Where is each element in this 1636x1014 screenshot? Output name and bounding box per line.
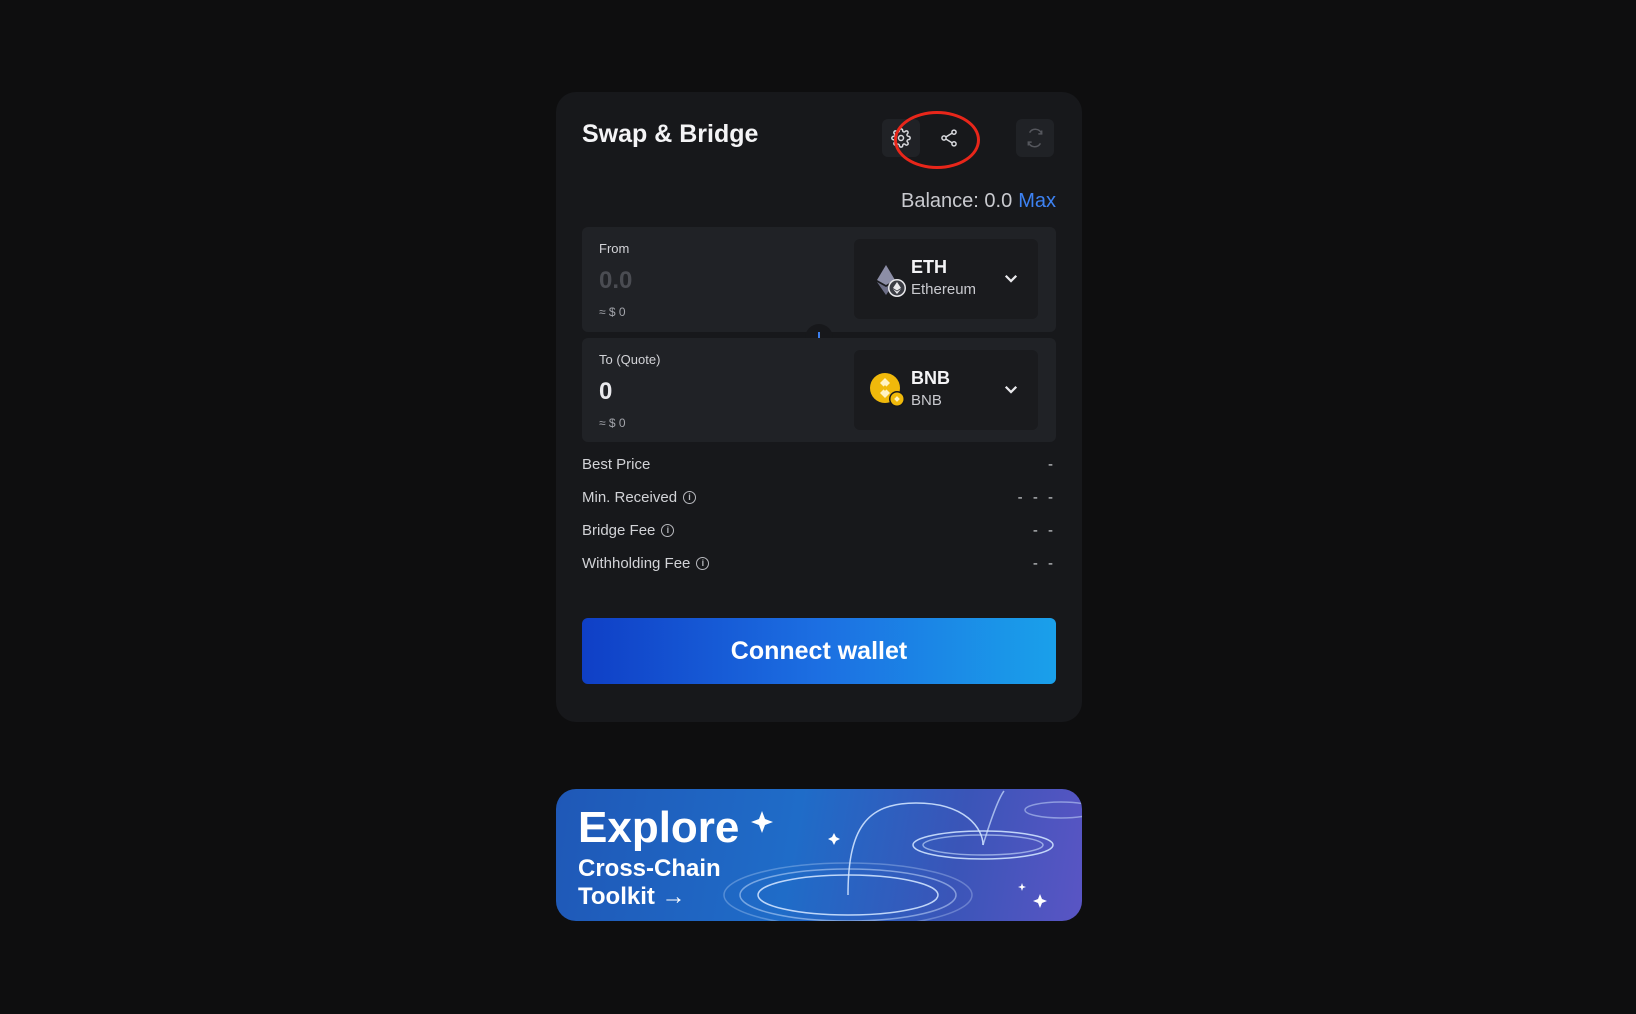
to-token-selector[interactable]: BNB BNB — [854, 350, 1038, 430]
min-received-row: Min. Received i - - - — [582, 489, 1056, 511]
chevron-down-icon — [1004, 385, 1018, 394]
balance-text: Balance: 0.0 — [901, 190, 1013, 212]
withholding-fee-row: Withholding Fee i - - — [582, 555, 1056, 577]
ethereum-icon — [877, 265, 906, 297]
min-received-label: Min. Received — [582, 489, 678, 506]
from-token-selector[interactable]: ETH Ethereum — [854, 239, 1038, 319]
refresh-icon — [1027, 128, 1043, 148]
settings-button[interactable] — [882, 119, 920, 157]
info-icon[interactable]: i — [683, 491, 697, 504]
gear-icon — [891, 128, 911, 148]
bnb-icon — [870, 373, 905, 407]
bridge-fee-label: Bridge Fee — [582, 522, 656, 539]
share-icon — [941, 129, 957, 147]
share-button[interactable] — [930, 119, 968, 157]
page-title: Swap & Bridge — [582, 120, 759, 148]
min-received-value: - - - — [1017, 489, 1056, 506]
chevron-down-icon — [1004, 274, 1018, 283]
to-token-network: BNB — [911, 392, 942, 409]
best-price-value: - — [1048, 456, 1056, 473]
to-panel: To (Quote) 0 ≈ $ 0 BNB BNB — [582, 338, 1056, 442]
banner-subtitle-2: Toolkit → — [578, 883, 686, 910]
banner-title: Explore — [578, 803, 740, 852]
banner-subtitle-1: Cross-Chain — [578, 855, 721, 882]
withholding-fee-value: - - — [1032, 555, 1056, 572]
connect-wallet-button[interactable]: Connect wallet — [582, 618, 1056, 684]
swap-bridge-card: Swap & Bridge Balance: 0.0 Max From 0.0 ≈… — [556, 92, 1082, 722]
from-token-network: Ethereum — [911, 281, 977, 298]
best-price-row: Best Price - — [582, 456, 1056, 478]
to-label: To (Quote) — [599, 352, 661, 367]
from-usd-value: ≈ $ 0 — [599, 305, 626, 319]
withholding-fee-label: Withholding Fee — [582, 555, 691, 572]
max-button[interactable]: Max — [1018, 190, 1056, 212]
best-price-label: Best Price — [582, 456, 651, 473]
to-usd-value: ≈ $ 0 — [599, 416, 626, 430]
refresh-button[interactable] — [1016, 119, 1054, 157]
cross-chain-toolkit-banner[interactable]: Explore Cross-Chain Toolkit → — [556, 789, 1082, 921]
from-amount-input[interactable]: 0.0 — [599, 267, 632, 295]
to-token-symbol: BNB — [911, 368, 950, 388]
from-panel: From 0.0 ≈ $ 0 ETH Ethereum — [582, 227, 1056, 332]
from-label: From — [599, 241, 630, 256]
balance-line: Balance: 0.0 Max — [901, 190, 1056, 213]
bridge-fee-value: - - — [1032, 522, 1056, 539]
to-amount-value: 0 — [599, 378, 613, 405]
bridge-fee-row: Bridge Fee i - - — [582, 522, 1056, 544]
info-icon[interactable]: i — [696, 557, 710, 570]
info-icon[interactable]: i — [661, 524, 675, 537]
from-token-symbol: ETH — [911, 257, 947, 277]
